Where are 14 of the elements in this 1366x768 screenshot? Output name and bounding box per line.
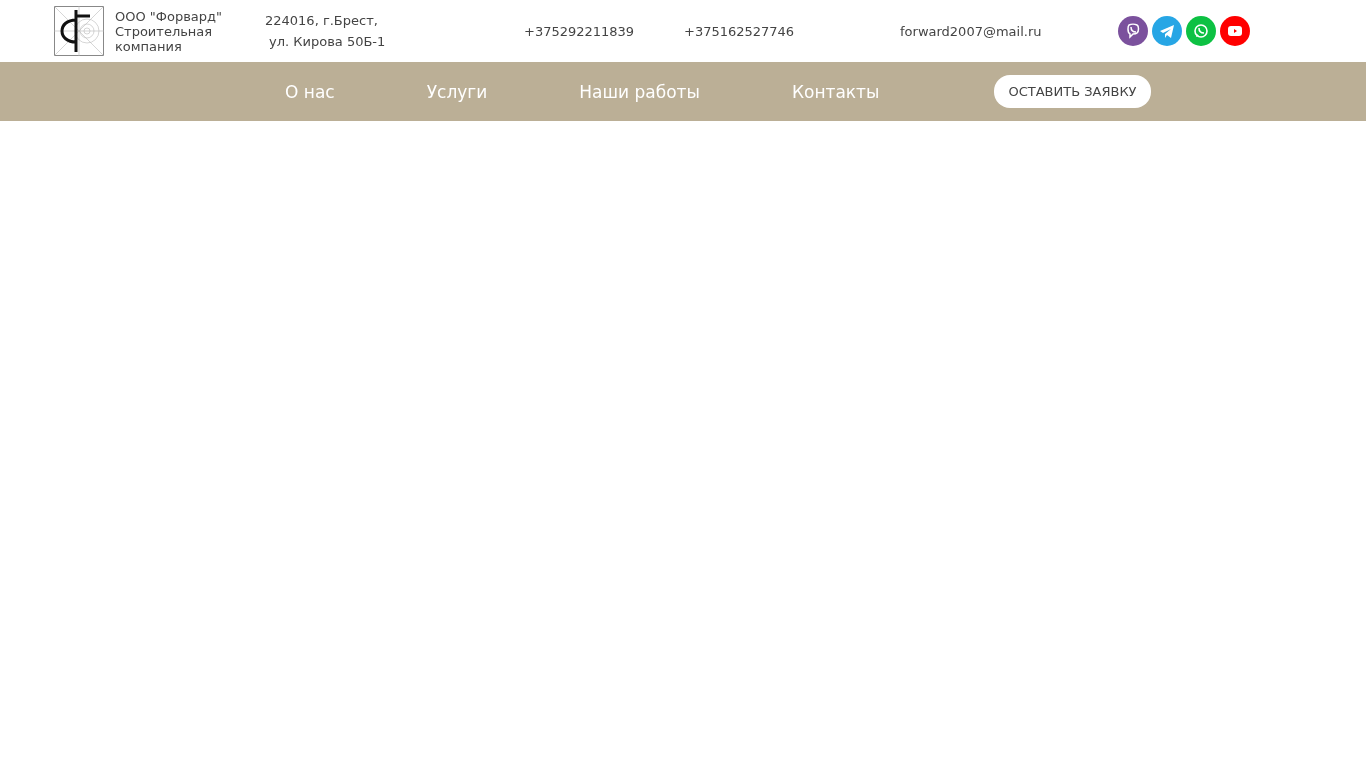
request-button[interactable]: ОСТАВИТЬ ЗАЯВКУ bbox=[994, 75, 1151, 108]
youtube-icon[interactable] bbox=[1220, 16, 1250, 46]
viber-icon[interactable] bbox=[1118, 16, 1148, 46]
phone-link[interactable]: +375162527746 bbox=[684, 23, 900, 39]
telegram-icon[interactable] bbox=[1152, 16, 1182, 46]
company-logo bbox=[54, 6, 104, 56]
email-link[interactable]: forward2007@mail.ru bbox=[900, 23, 1118, 39]
phone-link[interactable]: +375292211839 bbox=[524, 23, 684, 39]
company-name-line: ООО "Форвард" bbox=[115, 8, 224, 24]
address-line: ул. Кирова 50Б-1 bbox=[268, 33, 387, 51]
whatsapp-icon[interactable] bbox=[1186, 16, 1216, 46]
company-name-line: Строительная bbox=[115, 23, 213, 39]
company-name-line: компания bbox=[115, 38, 182, 54]
address-line: 224016, г.Брест, bbox=[265, 12, 379, 30]
